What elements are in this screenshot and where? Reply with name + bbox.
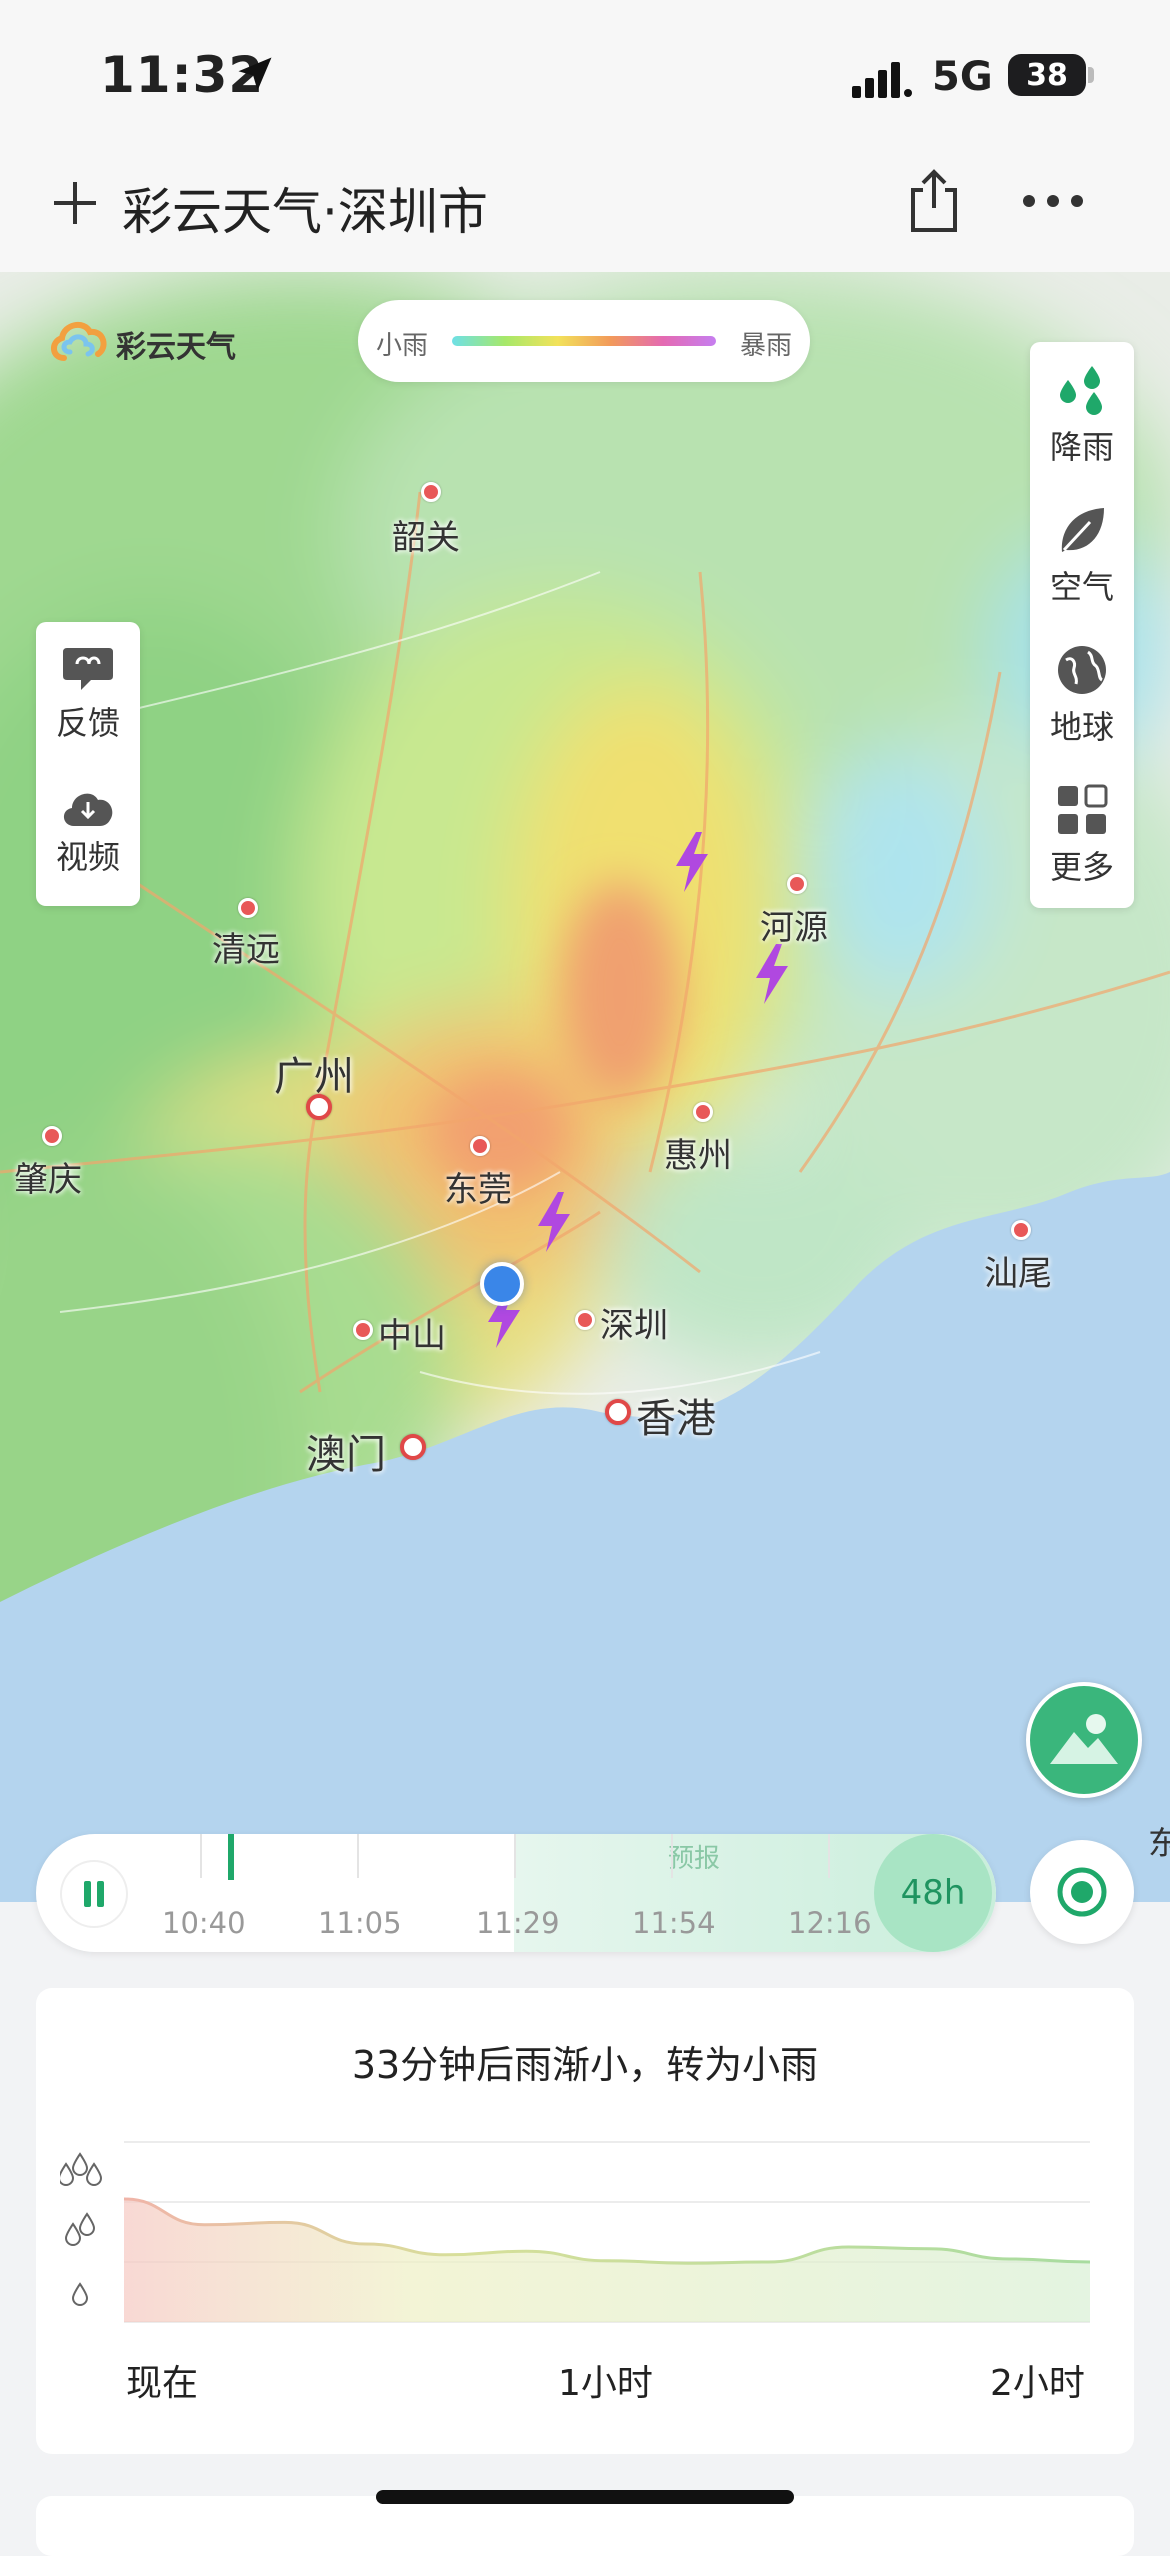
scene-button[interactable] bbox=[1026, 1682, 1142, 1798]
city-label-huizhou[interactable]: 惠州 bbox=[664, 1128, 732, 1177]
city-label-qingyuan[interactable]: 清远 bbox=[212, 922, 280, 971]
battery-nub bbox=[1088, 67, 1094, 83]
forecast-label: 预报 bbox=[668, 1844, 721, 1874]
city-dot bbox=[400, 1434, 426, 1460]
city-label-dongguan[interactable]: 东莞 bbox=[444, 1162, 512, 1211]
x-axis-label-1h: 1小时 bbox=[558, 2363, 653, 2404]
city-dot bbox=[575, 1310, 595, 1330]
city-label-shenzhen[interactable]: 深圳 bbox=[600, 1298, 668, 1347]
legend-gradient-bar bbox=[452, 336, 716, 346]
city-dot bbox=[42, 1126, 62, 1146]
pause-button[interactable] bbox=[62, 1862, 126, 1926]
layer-air-label: 空气 bbox=[1049, 568, 1114, 606]
brand-name: 彩云天气 bbox=[116, 330, 236, 365]
lightning-icon bbox=[538, 1192, 570, 1252]
feedback-label: 反馈 bbox=[55, 704, 120, 742]
more-options-icon[interactable] bbox=[1022, 194, 1084, 208]
timeline-time-label: 10:40 bbox=[162, 1906, 246, 1940]
lightning-icon bbox=[676, 832, 708, 892]
layer-rain-button[interactable]: 降雨 bbox=[1030, 362, 1134, 468]
caiyun-logo bbox=[51, 321, 107, 361]
mountain-icon bbox=[1050, 1714, 1118, 1764]
city-dot bbox=[787, 874, 807, 894]
globe-icon bbox=[1058, 646, 1106, 694]
city-label-guangzhou[interactable]: 广州 bbox=[274, 1044, 354, 1102]
legend-max-label: 暴雨 bbox=[740, 331, 793, 361]
range-48h-button[interactable]: 48h bbox=[874, 1834, 992, 1952]
cloud-download-icon bbox=[63, 793, 113, 826]
x-axis-label-now: 现在 bbox=[126, 2363, 199, 2404]
x-axis-label-2h: 2小时 bbox=[990, 2363, 1085, 2404]
battery-level: 38 bbox=[1026, 57, 1068, 93]
city-label-heyuan[interactable]: 河源 bbox=[760, 900, 828, 949]
city-dot bbox=[306, 1094, 332, 1120]
layer-globe-label: 地球 bbox=[1049, 708, 1114, 746]
rain-level-drops-icon bbox=[64, 2212, 96, 2246]
feedback-icon bbox=[63, 648, 113, 690]
timeline-time-label: 12:16 bbox=[788, 1906, 872, 1940]
locate-icon bbox=[1057, 1867, 1107, 1917]
city-label-shaoguan[interactable]: 韶关 bbox=[392, 510, 460, 559]
video-button[interactable]: 视频 bbox=[36, 786, 140, 878]
layer-more-button[interactable]: 更多 bbox=[1030, 782, 1134, 888]
layer-air-button[interactable]: 空气 bbox=[1030, 502, 1134, 608]
timeline-time-label: 11:29 bbox=[476, 1906, 560, 1940]
timeline-tick bbox=[828, 1834, 830, 1878]
signal-icon bbox=[852, 62, 912, 98]
lightning-icon bbox=[756, 944, 788, 1004]
timeline-time-label: 11:05 bbox=[318, 1906, 402, 1940]
layer-more-label: 更多 bbox=[1049, 848, 1114, 886]
layer-globe-button[interactable]: 地球 bbox=[1030, 642, 1134, 748]
radar-overlay bbox=[0, 272, 1170, 1902]
timeline-tick bbox=[514, 1834, 516, 1878]
feedback-button[interactable]: 反馈 bbox=[36, 644, 140, 744]
pause-icon bbox=[84, 1881, 104, 1907]
precipitation-summary: 33分钟后雨渐小，转为小雨 bbox=[351, 2043, 819, 2087]
city-dot bbox=[238, 898, 258, 918]
timeline-tick bbox=[671, 1834, 673, 1878]
add-city-icon[interactable] bbox=[50, 178, 100, 228]
raindrops-icon bbox=[1060, 366, 1102, 415]
share-icon[interactable] bbox=[905, 168, 963, 234]
city-label-macau[interactable]: 澳门 bbox=[306, 1422, 386, 1480]
precipitation-chart bbox=[60, 2141, 1091, 2323]
timeline-tick bbox=[357, 1834, 359, 1878]
timeline-time-label: 11:54 bbox=[632, 1906, 716, 1940]
city-label-zhongshan[interactable]: 中山 bbox=[378, 1308, 446, 1357]
city-dot bbox=[693, 1102, 713, 1122]
playhead-marker[interactable] bbox=[228, 1834, 234, 1880]
city-dot bbox=[421, 482, 441, 502]
city-dot bbox=[605, 1399, 631, 1425]
legend-min-label: 小雨 bbox=[376, 331, 429, 361]
rain-level-drops-icon bbox=[71, 2282, 89, 2306]
city-label-zhaoqing[interactable]: 肇庆 bbox=[14, 1152, 82, 1201]
current-location-dot bbox=[480, 1262, 524, 1306]
rain-level-drops-icon bbox=[60, 2152, 103, 2186]
leaf-icon bbox=[1061, 508, 1104, 552]
city-dot bbox=[1011, 1220, 1031, 1240]
city-label-shanwei[interactable]: 汕尾 bbox=[984, 1246, 1052, 1295]
radar-map[interactable]: 韶关 清远 广州 肇庆 东莞 惠州 河源 汕尾 中山 深圳 香港 澳门 bbox=[0, 272, 1170, 1902]
location-arrow-icon bbox=[238, 57, 272, 91]
city-label-hongkong[interactable]: 香港 bbox=[636, 1386, 716, 1444]
city-dot bbox=[353, 1320, 373, 1340]
battery-icon: 38 bbox=[1008, 54, 1086, 96]
layer-rain-label: 降雨 bbox=[1049, 428, 1114, 466]
home-indicator[interactable] bbox=[376, 2490, 794, 2504]
locate-button[interactable] bbox=[1030, 1840, 1134, 1944]
city-dot bbox=[470, 1136, 490, 1156]
video-label: 视频 bbox=[55, 838, 120, 876]
timeline-tick bbox=[200, 1834, 202, 1878]
network-type: 5G bbox=[932, 54, 993, 100]
grid-icon bbox=[1058, 784, 1108, 834]
page-title[interactable]: 彩云天气·深圳市 bbox=[122, 172, 488, 244]
map-edge-label: 东 bbox=[1148, 1824, 1170, 1862]
next-card bbox=[36, 2496, 1134, 2556]
